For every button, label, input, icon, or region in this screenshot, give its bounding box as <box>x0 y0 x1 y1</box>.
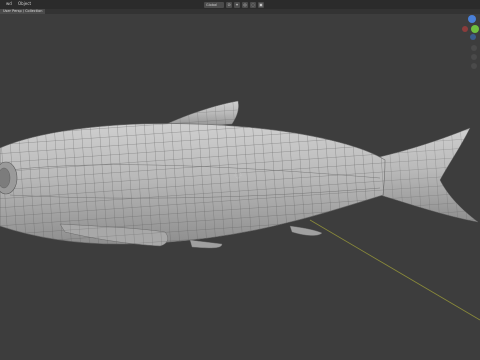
world-axis-line <box>309 219 480 321</box>
ventral-fin-rear[interactable] <box>289 225 323 236</box>
y-axis-icon[interactable] <box>471 25 479 33</box>
menu-item-view[interactable]: wd <box>6 1 12 7</box>
z-axis-icon[interactable] <box>468 15 476 23</box>
pan-icon[interactable] <box>471 54 477 60</box>
anal-fin[interactable] <box>189 239 223 249</box>
view-label: User Persp / Collection <box>0 9 46 14</box>
proportional-edit-icon[interactable]: ◎ <box>242 1 248 8</box>
camera-icon[interactable] <box>471 63 477 69</box>
viewport-tools: Global ⊙ ⌖ ◎ ◌ ▣ <box>204 1 264 8</box>
orientation-label: Global <box>206 2 218 7</box>
pivot-icon[interactable]: ⊙ <box>226 1 232 8</box>
tool-header <box>0 9 480 14</box>
neg-x-axis-icon[interactable] <box>462 26 468 32</box>
neg-z-axis-icon[interactable] <box>470 34 476 40</box>
xray-icon[interactable]: ▣ <box>258 1 264 8</box>
overlay-icon[interactable]: ◌ <box>250 1 256 8</box>
zoom-icon[interactable] <box>471 45 477 51</box>
snap-icon[interactable]: ⌖ <box>234 1 240 8</box>
transform-orientation-dropdown[interactable]: Global <box>204 1 224 8</box>
header-menubar: wd Object Global ⊙ ⌖ ◎ ◌ ▣ <box>0 0 480 9</box>
menu-item-object[interactable]: Object <box>18 1 31 7</box>
scene-canvas[interactable] <box>0 0 480 360</box>
3d-viewport[interactable]: wd Object Global ⊙ ⌖ ◎ ◌ ▣ User Persp / … <box>0 0 480 360</box>
